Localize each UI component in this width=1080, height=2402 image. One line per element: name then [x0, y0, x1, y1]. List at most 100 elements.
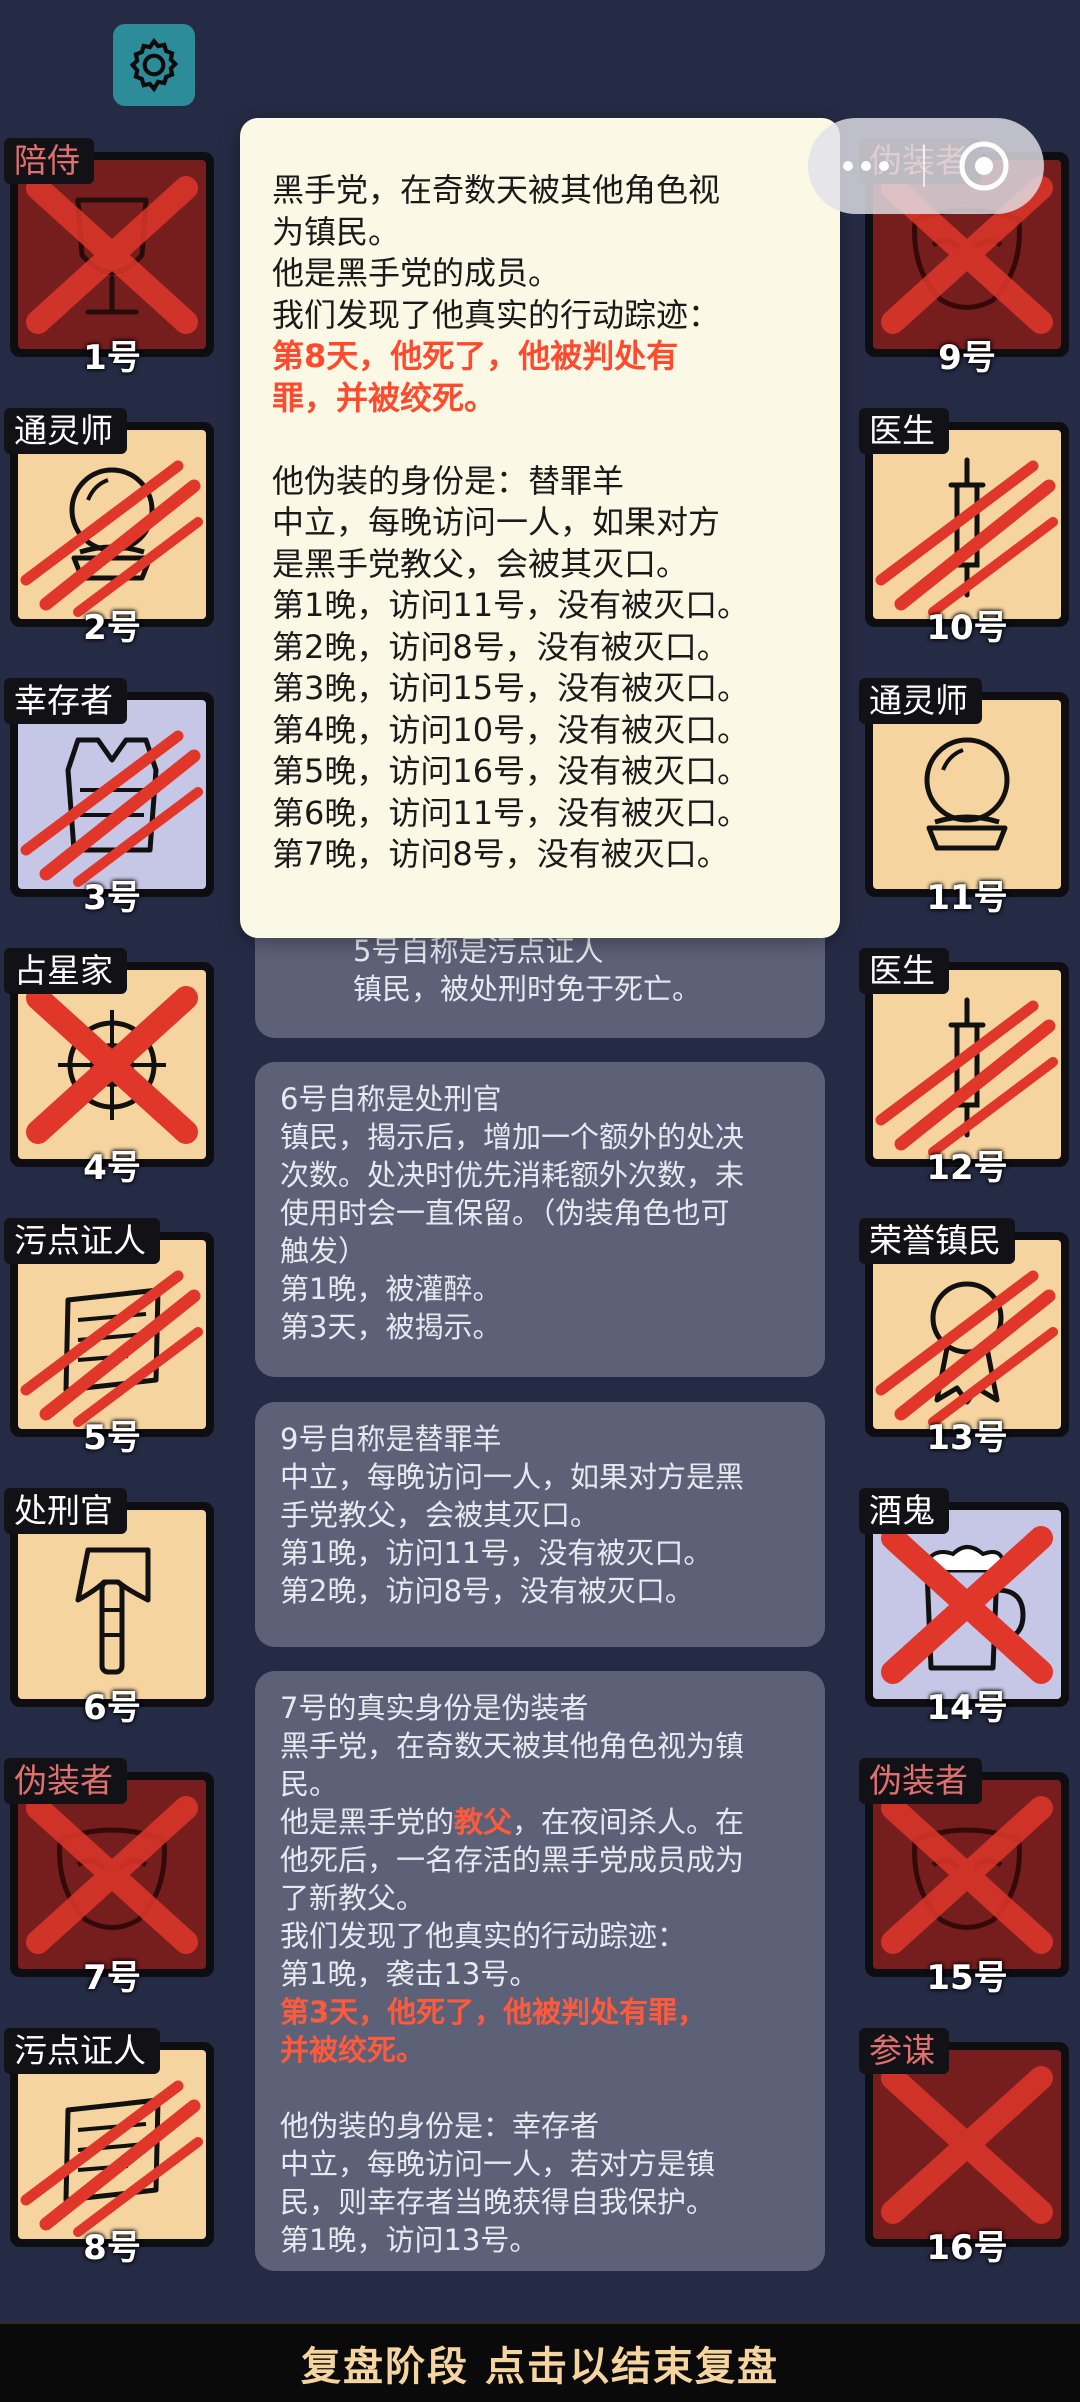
role-name-label: 医生 — [859, 948, 949, 994]
role-portrait — [18, 1780, 206, 1969]
role-name-label: 陪侍 — [4, 138, 94, 184]
review-log-entry: 7号的真实身份是伪装者 黑手党，在奇数天被其他角色视为镇 民。 他是黑手党的教父，在夜… — [255, 1671, 825, 2271]
log-line: 他伪装的身份是：幸存者 — [280, 2109, 600, 2143]
log-line: 镇民，揭示后，增加一个额外的处决 — [280, 1120, 745, 1154]
player-number: 2号 — [83, 608, 141, 648]
player-number: 12号 — [926, 1148, 1008, 1188]
claw-slash-icon — [20, 1270, 203, 1427]
player-card[interactable]: 参谋 16号 — [859, 2028, 1069, 2268]
player-card[interactable]: 污点证人 5号 — [4, 1218, 214, 1458]
popup-line: 是黑手党教父，会被其灭口。 — [272, 544, 689, 583]
log-line: 第1晚，访问11号，没有被灭口。 — [280, 1536, 713, 1570]
role-detail-popup[interactable]: 黑手党，在奇数天被其他角色视 为镇民。 他是黑手党的成员。 我们发现了他真实的行动踪迹… — [240, 118, 840, 938]
log-line: 中立，每晚访问一人，如果对方是黑 — [280, 1460, 745, 1494]
log-text: ，在夜间杀人。在 — [512, 1805, 745, 1839]
dead-cross-icon — [881, 1526, 1053, 1684]
claw-slash-icon — [20, 730, 203, 887]
popup-line: 第1晚，访问11号，没有被灭口。 — [272, 586, 750, 624]
role-name-label: 占星家 — [4, 948, 127, 994]
log-line: 镇民，被处刑时免于死亡。 — [353, 972, 702, 1006]
role-name-label: 通灵师 — [4, 408, 127, 454]
log-line: 第1晚，被灌醉。 — [280, 1272, 502, 1306]
target-icon — [959, 141, 1009, 191]
player-card[interactable]: 污点证人 8号 — [4, 2028, 214, 2268]
popup-line: 第8天，他死了，他被判处有 — [272, 337, 679, 375]
role-portrait — [873, 1780, 1061, 1969]
log-line: 第3天，他死了，他被判处有罪， — [280, 1995, 707, 2029]
log-line: 民。 — [280, 1767, 339, 1801]
role-name-label: 污点证人 — [4, 1218, 160, 1264]
player-card[interactable]: 酒鬼 14号 — [859, 1488, 1069, 1728]
player-number: 7号 — [83, 1958, 141, 1998]
miniprogram-capsule — [808, 118, 1044, 214]
role-portrait — [18, 700, 206, 889]
role-portrait — [18, 160, 206, 349]
claw-slash-icon — [20, 460, 203, 617]
claw-slash-icon — [875, 1270, 1058, 1427]
player-number: 14号 — [926, 1688, 1008, 1728]
popup-line: 第3晚，访问15号，没有被灭口。 — [272, 669, 750, 707]
role-name-label: 酒鬼 — [859, 1488, 949, 1534]
claw-slash-icon — [20, 2080, 203, 2237]
role-portrait — [873, 2050, 1061, 2239]
popup-line: 第4晚，访问10号，没有被灭口。 — [272, 710, 750, 749]
close-miniprogram-button[interactable] — [925, 139, 1043, 193]
player-card[interactable]: 通灵师 2号 — [4, 408, 214, 648]
more-menu-button[interactable] — [808, 161, 923, 171]
role-portrait — [873, 430, 1061, 619]
player-number: 3号 — [83, 878, 141, 918]
dead-cross-icon — [26, 1796, 198, 1954]
popup-line: 罪，并被绞死。 — [272, 378, 497, 417]
player-card[interactable]: 陪侍 1号 — [4, 138, 214, 378]
player-card[interactable]: 幸存者 3号 — [4, 678, 214, 918]
axe-icon — [75, 1547, 151, 1675]
player-card[interactable]: 伪装者 15号 — [859, 1758, 1069, 1998]
player-number: 11号 — [926, 878, 1008, 918]
dead-cross-icon — [881, 1796, 1053, 1954]
player-number: 16号 — [926, 2228, 1008, 2268]
log-line: 触发） — [280, 1234, 368, 1268]
settings-button[interactable] — [113, 24, 195, 106]
log-line: 民，则幸存者当晚获得自我保护。 — [280, 2185, 716, 2219]
log-line: 使用时会一直保留。（伪装角色也可 — [280, 1196, 730, 1230]
popup-line: 第7晚，访问8号，没有被灭口。 — [272, 835, 729, 873]
player-number: 8号 — [83, 2228, 141, 2268]
popup-line: 第2晚，访问8号，没有被灭口。 — [272, 627, 729, 666]
role-name-label: 医生 — [859, 408, 949, 454]
role-name-label: 伪装者 — [4, 1758, 127, 1804]
popup-line: 他伪装的身份是：替罪羊 — [272, 461, 625, 500]
log-line: 并被绞死。 — [280, 2033, 426, 2067]
role-name-label: 参谋 — [859, 2028, 949, 2074]
player-card[interactable]: 处刑官 6号 — [4, 1488, 214, 1728]
role-name-label: 伪装者 — [859, 1758, 982, 1804]
popup-line: 第5晚，访问16号，没有被灭口。 — [272, 752, 750, 790]
role-name-label: 幸存者 — [4, 678, 127, 724]
player-card[interactable]: 荣誉镇民 13号 — [859, 1218, 1069, 1458]
player-card[interactable]: 伪装者 7号 — [4, 1758, 214, 1998]
player-card[interactable]: 医生 12号 — [859, 948, 1069, 1188]
role-portrait — [18, 970, 206, 1159]
player-number: 13号 — [926, 1418, 1008, 1458]
player-number: 5号 — [83, 1418, 141, 1458]
log-line: 了新教父。 — [280, 1881, 426, 1915]
player-card[interactable]: 医生 10号 — [859, 408, 1069, 648]
player-number: 1号 — [83, 338, 141, 378]
log-line: 第1晚，袭击13号。 — [280, 1957, 539, 1991]
log-line: 6号自称是处刑官 — [280, 1082, 502, 1116]
dead-cross-icon — [26, 986, 198, 1144]
log-line: 7号的真实身份是伪装者 — [280, 1691, 589, 1725]
log-line: 第3天，被揭示。 — [280, 1310, 502, 1344]
review-log-entry: 6号自称是处刑官 镇民，揭示后，增加一个额外的处决 次数。处决时优先消耗额外次数，未… — [255, 1062, 825, 1377]
dead-cross-icon — [881, 2066, 1053, 2224]
log-line: 第2晚，访问8号，没有被灭口。 — [280, 1574, 694, 1608]
dead-cross-icon — [26, 176, 198, 334]
player-number: 4号 — [83, 1148, 141, 1188]
player-card[interactable]: 通灵师 11号 — [859, 678, 1069, 918]
highlighted-role: 教父 — [454, 1805, 513, 1839]
player-card[interactable]: 占星家 4号 — [4, 948, 214, 1188]
log-line: 第1晚，访问13号。 — [280, 2223, 539, 2257]
role-name-label: 污点证人 — [4, 2028, 160, 2074]
review-log-entry: 9号自称是替罪羊 中立，每晚访问一人，如果对方是黑 手党教父，会被其灭口。 第1晚，访… — [255, 1402, 825, 1647]
end-review-button[interactable]: 复盘阶段 点击以结束复盘 — [0, 2322, 1080, 2402]
